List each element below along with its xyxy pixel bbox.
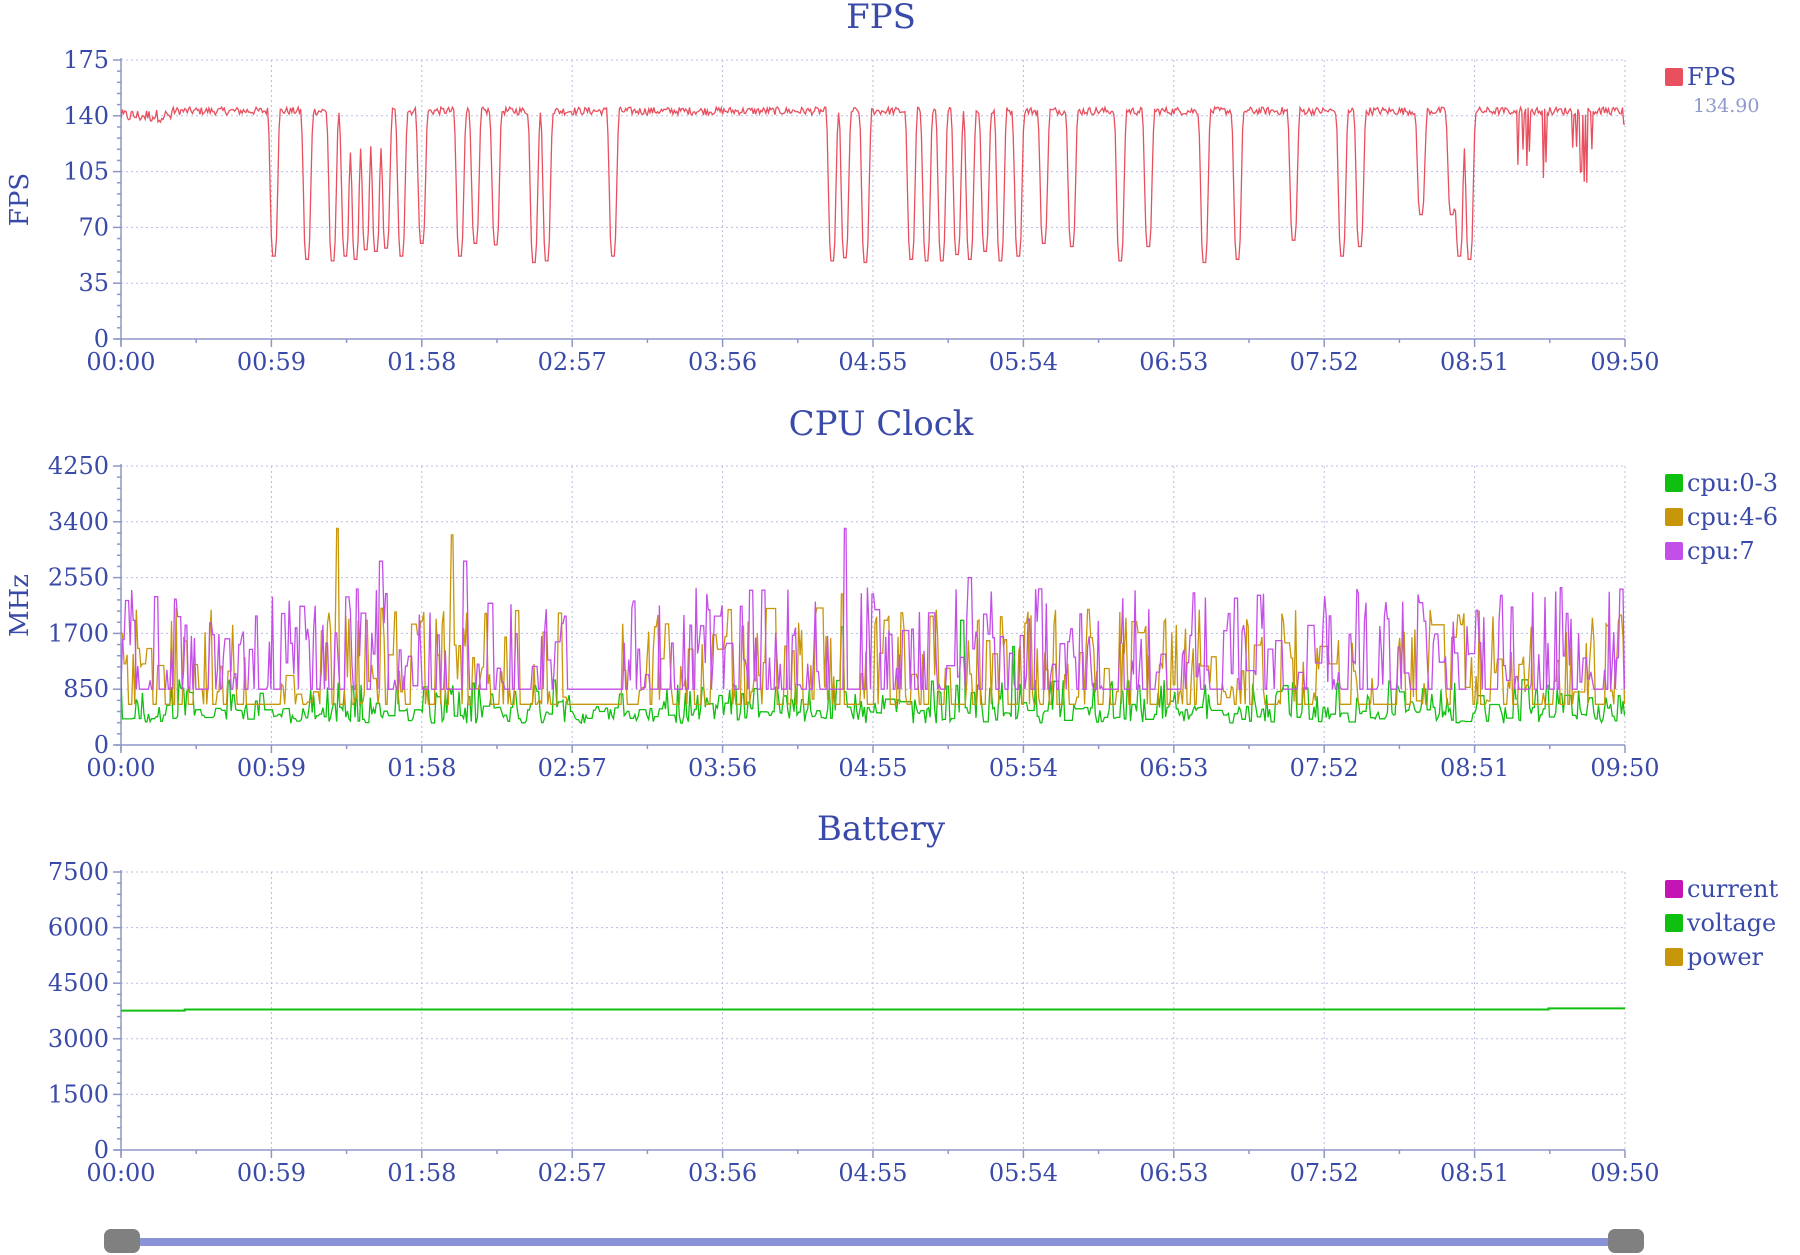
legend-swatch[interactable]	[1665, 880, 1683, 898]
chart-panel-0: FPSFPS0357010514017500:00 00:59 01:58 02:57…	[5, 0, 1759, 376]
legend-label: power	[1687, 943, 1764, 971]
chart-title: CPU Clock	[789, 404, 974, 444]
legend-swatch[interactable]	[1665, 508, 1683, 526]
chart-title: FPS	[846, 0, 916, 37]
y-tick-label: 1700	[48, 619, 109, 647]
legend-swatch[interactable]	[1665, 542, 1683, 560]
x-tick-label: 00:00	[86, 1159, 155, 1187]
x-tick-label: 03:56	[688, 1159, 757, 1187]
y-tick-label: 850	[63, 675, 109, 703]
x-tick-label: 03:56	[688, 348, 757, 376]
chart-panel-1: CPU ClockMHz0850170025503400425000:00 00:…	[5, 404, 1778, 782]
x-tick-label: 07:52	[1290, 348, 1359, 376]
time-range-scrollbar[interactable]	[104, 1229, 1644, 1255]
x-tick-label: 06:53	[1139, 348, 1208, 376]
legend-label: current	[1687, 875, 1779, 903]
legend-label: cpu:0-3	[1687, 469, 1778, 497]
legend-item[interactable]: cpu:7	[1665, 537, 1755, 565]
y-axis-label: MHz	[5, 574, 35, 637]
scrollbar-track[interactable]	[124, 1238, 1624, 1246]
legend-swatch[interactable]	[1665, 948, 1683, 966]
x-tick-label: 08:51	[1440, 348, 1509, 376]
x-tick-label: 01:58	[387, 348, 456, 376]
y-tick-label: 7500	[48, 858, 109, 886]
legend-item[interactable]: power	[1665, 943, 1764, 971]
chart-panel-2: Battery01500300045006000750000:00 00:59 01…	[48, 809, 1779, 1187]
x-tick-label: 00:59	[237, 754, 306, 782]
y-tick-label: 70	[78, 213, 109, 241]
y-tick-label: 4250	[48, 452, 109, 480]
charts-canvas: FPSFPS0357010514017500:00 00:59 01:58 02:57…	[5, 0, 1779, 1187]
x-tick-label: 00:00	[86, 754, 155, 782]
performance-dashboard: FPS FPS 0 35 70 105 140 175 00:00 00:59 01:58 02:57…	[0, 0, 1800, 1254]
legend-swatch[interactable]	[1665, 914, 1683, 932]
y-tick-label: 1500	[48, 1080, 109, 1108]
y-axis-label: FPS	[5, 173, 35, 226]
legend-item[interactable]: current	[1665, 875, 1779, 903]
x-tick-label: 07:52	[1290, 1159, 1359, 1187]
y-tick-label: 175	[63, 46, 109, 74]
legend-value: 134.90	[1693, 95, 1759, 117]
x-tick-label: 09:50	[1590, 754, 1659, 782]
x-tick-label: 05:54	[989, 1159, 1058, 1187]
x-tick-label: 09:50	[1590, 1159, 1659, 1187]
x-tick-label: 02:57	[538, 1159, 607, 1187]
x-tick-label: 01:58	[387, 754, 456, 782]
x-tick-label: 07:52	[1290, 754, 1359, 782]
y-tick-label: 6000	[48, 914, 109, 942]
x-tick-label: 02:57	[538, 348, 607, 376]
x-tick-label: 04:55	[838, 348, 907, 376]
y-tick-label: 2550	[48, 564, 109, 592]
legend-item[interactable]: FPS 134.90	[1665, 63, 1759, 117]
x-tick-label: 04:55	[838, 754, 907, 782]
legend-label: cpu:7	[1687, 537, 1755, 565]
x-tick-label: 09:50	[1590, 348, 1659, 376]
legend-swatch[interactable]	[1665, 68, 1683, 86]
x-tick-label: 03:56	[688, 754, 757, 782]
legend-label: cpu:4-6	[1687, 503, 1778, 531]
range-end-handle[interactable]	[1608, 1229, 1644, 1253]
y-tick-label: 140	[63, 102, 109, 130]
legend-item[interactable]: cpu:0-3	[1665, 469, 1778, 497]
chart-title: Battery	[817, 809, 946, 849]
legend-label: FPS	[1687, 63, 1736, 91]
y-tick-label: 3400	[48, 508, 109, 536]
x-tick-label: 00:59	[237, 1159, 306, 1187]
x-tick-label: 00:00	[86, 348, 155, 376]
x-tick-label: 08:51	[1440, 1159, 1509, 1187]
y-tick-label: 35	[78, 269, 109, 297]
x-tick-label: 06:53	[1139, 1159, 1208, 1187]
series-line-voltage	[121, 1007, 1625, 1012]
x-tick-label: 05:54	[989, 754, 1058, 782]
x-tick-label: 04:55	[838, 1159, 907, 1187]
legend-item[interactable]: voltage	[1665, 909, 1776, 937]
legend-item[interactable]: cpu:4-6	[1665, 503, 1778, 531]
x-tick-label: 01:58	[387, 1159, 456, 1187]
y-tick-label: 4500	[48, 969, 109, 997]
y-tick-label: 3000	[48, 1025, 109, 1053]
legend-label: voltage	[1686, 909, 1776, 937]
x-tick-label: 00:59	[237, 348, 306, 376]
x-tick-label: 05:54	[989, 348, 1058, 376]
x-tick-label: 02:57	[538, 754, 607, 782]
x-tick-label: 06:53	[1139, 754, 1208, 782]
x-tick-label: 08:51	[1440, 754, 1509, 782]
range-start-handle[interactable]	[104, 1229, 140, 1253]
y-tick-label: 105	[63, 158, 109, 186]
legend-swatch[interactable]	[1665, 474, 1683, 492]
